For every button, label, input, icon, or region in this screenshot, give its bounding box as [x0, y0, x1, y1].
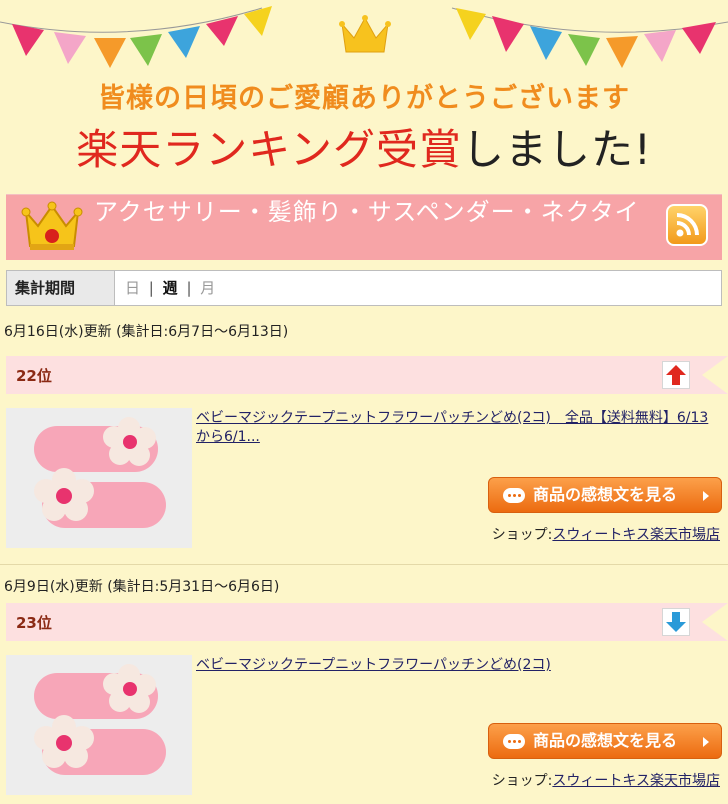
crown-icon: [339, 15, 391, 53]
chevron-right-icon: [703, 491, 709, 501]
hair-clip-image: [6, 408, 192, 548]
category-title: アクセサリー・髪飾り・サスペンダー・ネクタイ: [94, 198, 640, 226]
banner-award-black: しました!: [461, 125, 652, 174]
product-link[interactable]: ベビーマジックテープニットフラワーパッチンどめ(2コ) 全品【送料無料】6/13…: [196, 409, 720, 447]
speech-bubble-icon: [503, 734, 525, 749]
hair-clip-image: [6, 655, 192, 795]
tab-week[interactable]: 週: [161, 279, 180, 297]
shop-link[interactable]: スウィートキス楽天市場店: [552, 773, 720, 789]
ranking-banner: 皆様の日頃のご愛顧ありがとうございます 楽天ランキング受賞しました!: [0, 0, 728, 190]
period-tabs: 日 | 週 | 月: [123, 271, 217, 305]
rank-position: 22位: [16, 367, 52, 385]
banner-award-red: 楽天ランキング受賞: [76, 125, 462, 174]
product-image[interactable]: [6, 408, 192, 548]
view-reviews-button[interactable]: 商品の感想文を見る: [488, 723, 722, 759]
banner-thanks-text: 皆様の日頃のご愛顧ありがとうございます: [98, 83, 630, 114]
rank-down-arrow-box: [662, 608, 690, 636]
speech-bubble-icon: [503, 488, 525, 503]
arrow-up-icon: [666, 365, 686, 385]
view-reviews-label: 商品の感想文を見る: [533, 731, 678, 750]
category-header: アクセサリー・髪飾り・サスペンダー・ネクタイ: [6, 194, 722, 260]
rank-position: 23位: [16, 614, 52, 632]
rss-icon: [676, 213, 699, 237]
tab-day[interactable]: 日: [123, 279, 142, 297]
shop-label: ショップ:: [491, 527, 553, 543]
shop-label: ショップ:: [491, 773, 553, 789]
view-reviews-button[interactable]: 商品の感想文を見る: [488, 477, 722, 513]
arrow-down-icon: [666, 612, 686, 632]
banner-award-text: 楽天ランキング受賞しました!: [0, 116, 728, 177]
product-link[interactable]: ベビーマジックテープニットフラワーパッチンどめ(2コ): [196, 656, 720, 675]
rank-bar-tail: [702, 356, 728, 394]
rank-bar: 22位: [6, 356, 728, 394]
category-crown-icon: [21, 201, 83, 250]
rank-up-arrow-box: [662, 361, 690, 389]
tab-separator: |: [148, 279, 154, 297]
product-image[interactable]: [6, 655, 192, 795]
update-date-line: 6月16日(水)更新 (集計日:6月7日～6月13日): [4, 324, 289, 340]
chevron-right-icon: [703, 737, 709, 747]
tab-separator: |: [186, 279, 192, 297]
entry-divider: [0, 564, 728, 565]
rank-bar: 23位: [6, 603, 728, 641]
shop-link[interactable]: スウィートキス楽天市場店: [552, 527, 720, 543]
period-label: 集計期間: [7, 271, 115, 305]
shop-line: ショップ:スウィートキス楽天市場店: [492, 770, 720, 790]
rank-bar-tail: [702, 603, 728, 641]
period-selector: 集計期間 日 | 週 | 月: [6, 270, 722, 306]
shop-line: ショップ:スウィートキス楽天市場店: [492, 524, 720, 544]
tab-month[interactable]: 月: [198, 279, 217, 297]
rss-button[interactable]: [666, 204, 708, 246]
view-reviews-label: 商品の感想文を見る: [533, 485, 678, 504]
update-date-line: 6月9日(水)更新 (集計日:5月31日～6月6日): [4, 579, 280, 595]
